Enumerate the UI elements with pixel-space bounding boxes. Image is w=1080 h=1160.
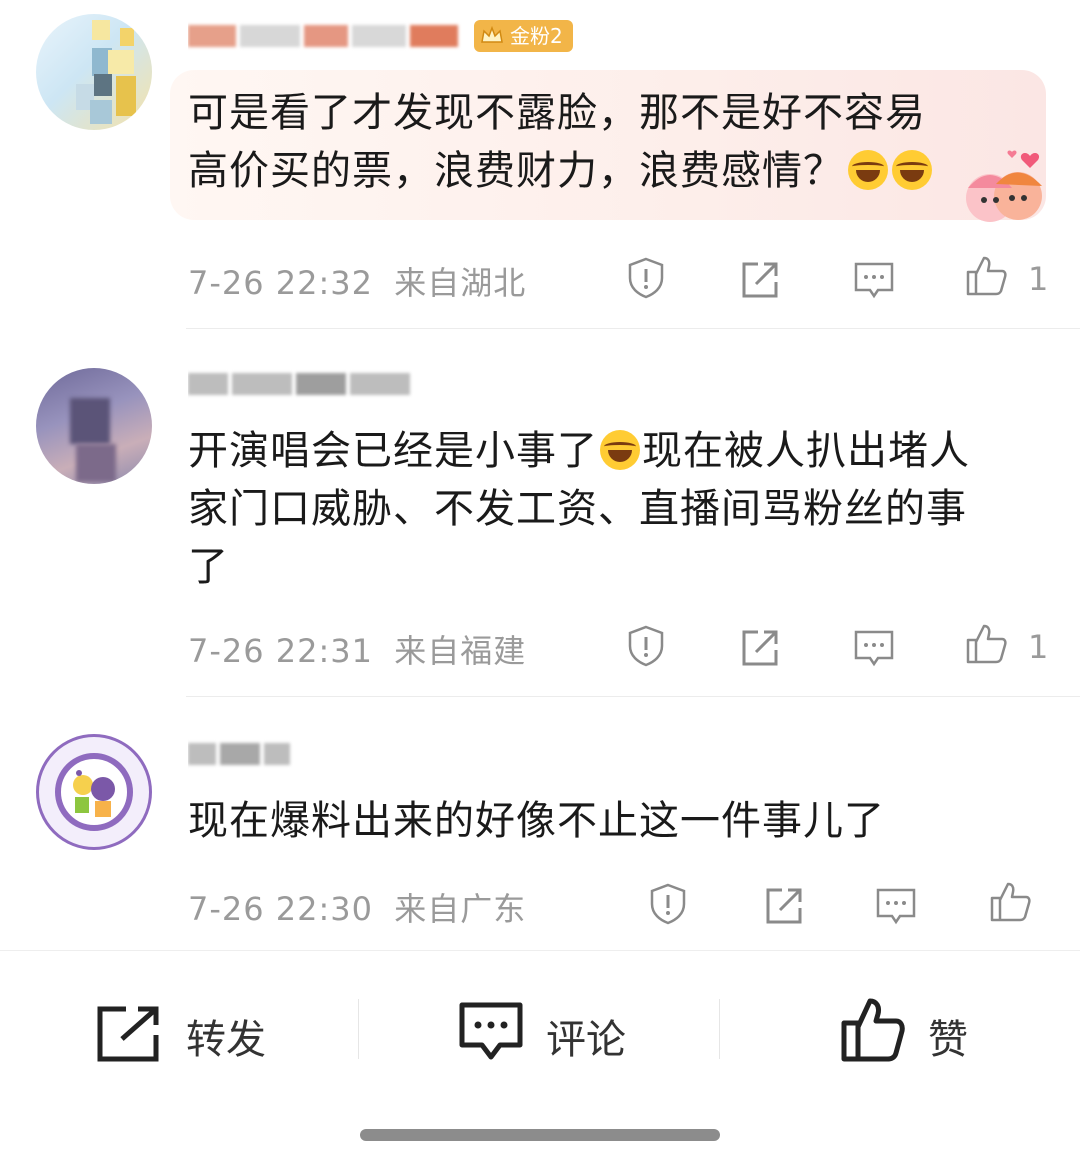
location: 来自福建	[394, 632, 527, 670]
crown-icon	[481, 25, 503, 43]
comment-text-line: 现在爆料出来的好像不止这一件事儿了	[188, 798, 885, 844]
couple-sticker-icon	[966, 150, 1042, 222]
report-icon[interactable]	[624, 624, 668, 668]
like-button[interactable]: 赞	[840, 997, 1000, 1067]
comment-icon[interactable]	[852, 626, 896, 670]
location: 来自广东	[394, 890, 527, 928]
comment-text: 现在爆料出来的好像不止这一件事儿了	[188, 792, 885, 850]
comment-icon[interactable]	[874, 884, 918, 928]
comment-text-line: 可是看了才发现不露脸，那不是好不容易	[188, 90, 926, 136]
repost-label: 转发	[186, 1017, 266, 1063]
laugh-cry-emoji-icon	[600, 430, 640, 470]
comment-item: 开演唱会已经是小事了 现在被人扒出堵人 家门口威胁、不发工资、直播间骂粉丝的事 了…	[0, 330, 1080, 698]
fan-badge: 金粉2	[474, 20, 573, 52]
comment-text-part: 高价买的票，浪费财力，浪费感情？	[188, 148, 844, 194]
comment-icon[interactable]	[852, 258, 896, 302]
username-masked[interactable]	[188, 368, 428, 402]
report-icon[interactable]	[624, 256, 668, 300]
like-icon[interactable]	[988, 880, 1032, 924]
divider	[186, 696, 1080, 697]
report-icon[interactable]	[646, 882, 690, 926]
separator	[358, 999, 359, 1059]
comment-item: 金粉2 可是看了才发现不露脸，那不是好不容易 高价买的票，浪费财力，浪费感情？ …	[0, 0, 1080, 330]
repost-icon[interactable]	[738, 258, 782, 302]
repost-icon[interactable]	[738, 626, 782, 670]
like-icon	[841, 998, 905, 1062]
like-label: 赞	[928, 1017, 968, 1063]
comment-text-part: 现在被人扒出堵人	[642, 428, 970, 474]
timestamp: 7-26 22:30	[188, 890, 374, 928]
separator	[719, 999, 720, 1059]
comment-text-line: 开演唱会已经是小事了 现在被人扒出堵人	[188, 422, 970, 480]
like-icon[interactable]	[964, 254, 1008, 298]
bottom-action-bar: 转发 评论 赞	[0, 950, 1080, 1160]
divider	[186, 328, 1080, 329]
repost-icon	[97, 1006, 159, 1062]
comment-text: 开演唱会已经是小事了 现在被人扒出堵人 家门口威胁、不发工资、直播间骂粉丝的事 了	[188, 422, 970, 596]
avatar[interactable]	[36, 734, 152, 850]
laugh-cry-emoji-icon	[892, 150, 932, 190]
comment-text-line: 了	[188, 544, 229, 590]
repost-icon[interactable]	[762, 884, 806, 928]
comment-text-line: 家门口威胁、不发工资、直播间骂粉丝的事	[188, 486, 967, 532]
comment-text-part: 开演唱会已经是小事了	[188, 428, 598, 474]
comment-meta: 7-26 22:32 来自湖北	[188, 258, 526, 304]
like-icon[interactable]	[964, 622, 1008, 666]
timestamp: 7-26 22:31	[188, 632, 374, 670]
laugh-cry-emoji-icon	[848, 150, 888, 190]
like-count: 1	[1028, 260, 1049, 298]
comment-meta: 7-26 22:30 来自广东	[188, 884, 526, 930]
comment-button[interactable]: 评论	[458, 997, 658, 1067]
timestamp: 7-26 22:32	[188, 264, 374, 302]
username-masked[interactable]	[188, 738, 308, 772]
location: 来自湖北	[394, 264, 527, 302]
comment-item: 现在爆料出来的好像不止这一件事儿了 7-26 22:30 来自广东	[0, 698, 1080, 948]
avatar-illustration-icon	[55, 753, 133, 831]
comment-icon	[459, 1002, 523, 1060]
comment-label: 评论	[546, 1017, 626, 1063]
like-count: 1	[1028, 628, 1049, 666]
username-masked[interactable]	[188, 20, 478, 54]
avatar[interactable]	[36, 368, 152, 484]
comment-meta: 7-26 22:31 来自福建	[188, 626, 526, 672]
badge-label: 金粉2	[510, 24, 563, 48]
home-indicator[interactable]	[360, 1129, 720, 1141]
repost-button[interactable]: 转发	[96, 997, 296, 1067]
comment-text-line: 高价买的票，浪费财力，浪费感情？	[188, 142, 932, 200]
comment-text: 可是看了才发现不露脸，那不是好不容易 高价买的票，浪费财力，浪费感情？	[188, 84, 932, 200]
avatar[interactable]	[36, 14, 152, 130]
